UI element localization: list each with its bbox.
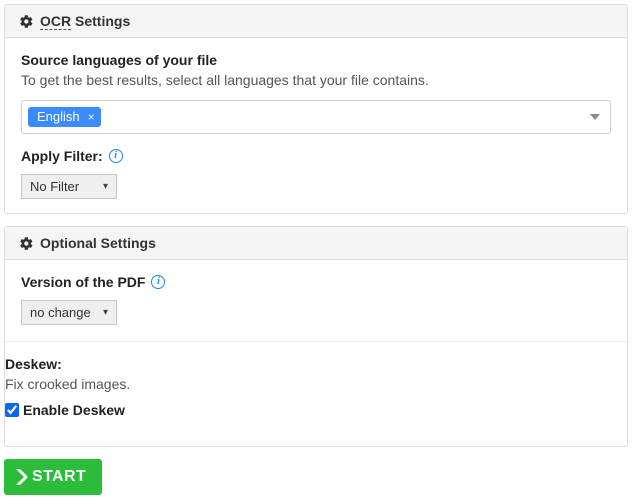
caret-down-icon[interactable] — [590, 114, 600, 120]
optional-settings-body: Version of the PDF i no change ▾ Deskew:… — [5, 260, 627, 446]
gear-icon — [19, 236, 34, 251]
apply-filter-label: Apply Filter: i — [21, 148, 611, 164]
start-button[interactable]: START — [4, 459, 102, 495]
deskew-label: Deskew: — [5, 356, 627, 372]
gear-icon — [19, 14, 34, 29]
remove-language-icon[interactable]: × — [88, 110, 95, 124]
ocr-settings-body: Source languages of your file To get the… — [5, 38, 627, 213]
source-languages-label: Source languages of your file — [21, 52, 611, 68]
chevron-down-icon: ▾ — [103, 307, 108, 318]
ocr-settings-header: OCR Settings — [5, 5, 627, 38]
enable-deskew-checkbox[interactable] — [5, 403, 19, 417]
chevron-right-icon — [16, 469, 28, 485]
enable-deskew-label[interactable]: Enable Deskew — [23, 402, 125, 418]
info-icon[interactable]: i — [109, 149, 123, 163]
info-icon[interactable]: i — [151, 275, 165, 289]
pdf-version-select[interactable]: no change ▾ — [21, 300, 117, 325]
language-tag-english: English × — [28, 107, 101, 127]
apply-filter-select[interactable]: No Filter ▾ — [21, 174, 117, 199]
ocr-abbr: OCR — [40, 13, 71, 30]
optional-settings-title: Optional Settings — [40, 235, 156, 251]
ocr-settings-title: OCR Settings — [40, 13, 130, 29]
pdf-version-label: Version of the PDF i — [21, 274, 611, 290]
ocr-settings-panel: OCR Settings Source languages of your fi… — [4, 4, 628, 214]
optional-settings-header: Optional Settings — [5, 227, 627, 260]
deskew-help: Fix crooked images. — [5, 376, 627, 392]
source-languages-multiselect[interactable]: English × — [21, 100, 611, 134]
chevron-down-icon: ▾ — [103, 181, 108, 192]
start-button-label: START — [32, 468, 86, 486]
source-languages-help: To get the best results, select all lang… — [21, 72, 611, 88]
optional-settings-panel: Optional Settings Version of the PDF i n… — [4, 226, 628, 447]
language-tag-label: English — [37, 109, 80, 124]
pdf-version-value: no change — [30, 305, 91, 320]
apply-filter-value: No Filter — [30, 179, 79, 194]
